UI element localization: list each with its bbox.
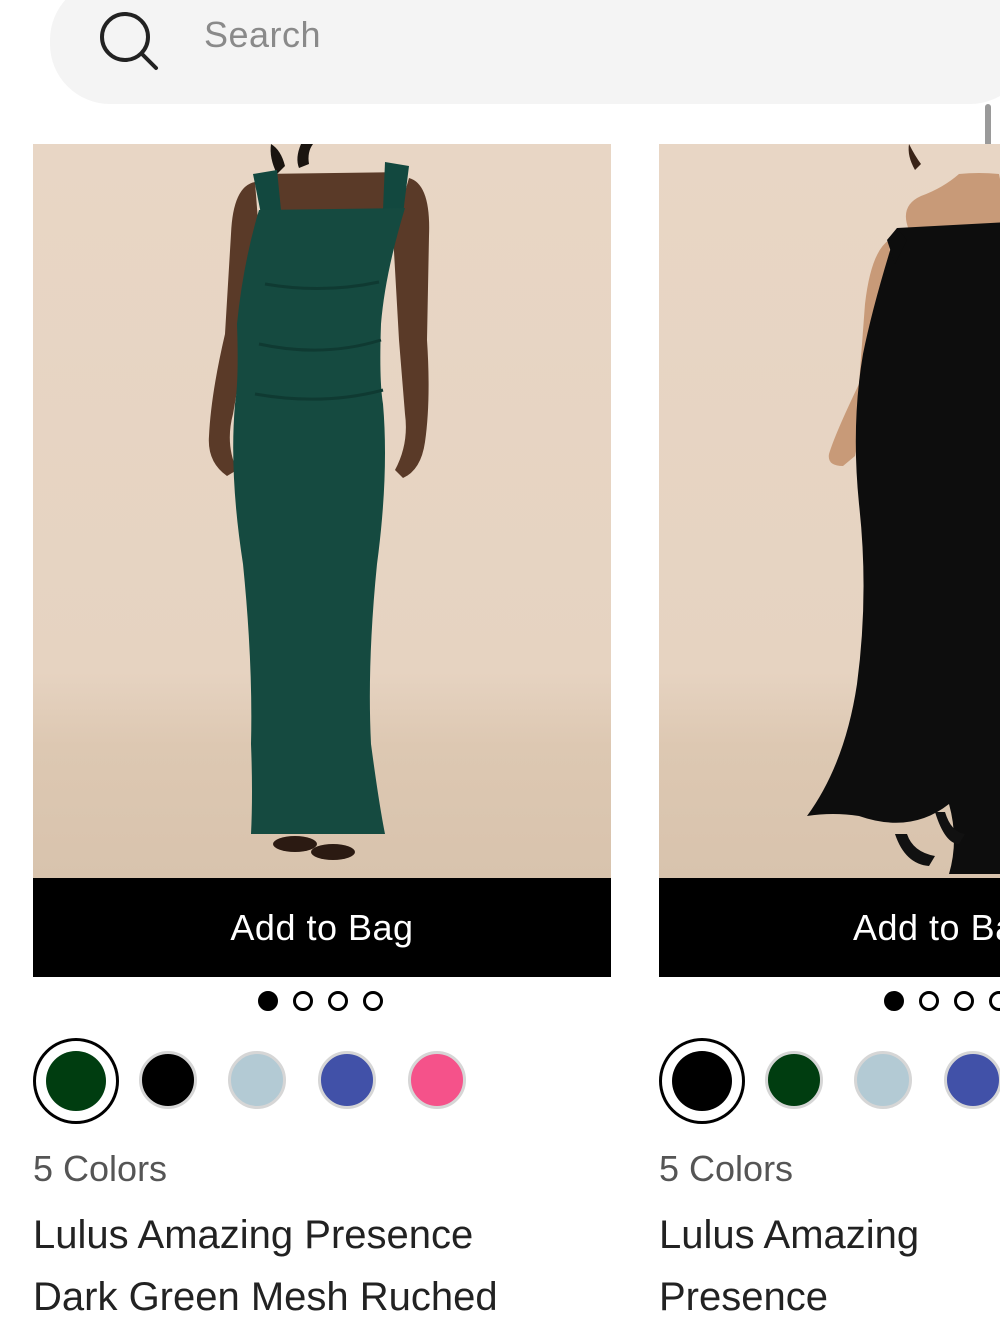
carousel-dot[interactable] [363,991,383,1011]
swatch-royal-blue[interactable] [318,1051,376,1109]
color-swatches [33,1033,611,1143]
carousel-dot-active[interactable] [884,991,904,1011]
carousel-dot[interactable] [954,991,974,1011]
carousel-dot[interactable] [919,991,939,1011]
carousel-dot[interactable] [293,991,313,1011]
image-carousel-dots [659,977,1000,1033]
search-input[interactable]: Search [204,14,321,56]
product-card[interactable]: Add to Bag 5 Colors Lulus Amazing Presen… [33,144,611,1319]
swatch-black[interactable] [659,1038,745,1124]
carousel-dot-active[interactable] [258,991,278,1011]
swatch-black[interactable] [139,1051,197,1109]
color-swatches [659,1033,1000,1143]
swatch-light-blue[interactable] [228,1051,286,1109]
search-icon[interactable] [96,8,160,72]
swatch-royal-blue[interactable] [944,1051,1000,1109]
colors-count: 5 Colors [659,1148,794,1189]
product-listing-page: Search Add to Bag 5 Colors Lulus Amazing… [0,0,1000,1333]
model-photo [208,144,430,860]
add-to-bag-button[interactable]: Add to Bag [659,878,1000,977]
swatch-dark-green[interactable] [33,1038,119,1124]
product-name[interactable]: Lulus Amazing Presence Dark Green Mesh R… [33,1204,593,1328]
model-photo [807,144,1000,874]
product-name[interactable]: Lulus Amazing Presence Black Mesh Ruched [659,1204,1000,1333]
swatch-light-blue[interactable] [854,1051,912,1109]
carousel-dot[interactable] [328,991,348,1011]
add-to-bag-button[interactable]: Add to Bag [33,878,611,977]
colors-count: 5 Colors [33,1148,168,1189]
image-carousel-dots [33,977,611,1033]
product-image[interactable] [659,144,1000,878]
swatch-pink[interactable] [408,1051,466,1109]
carousel-dot[interactable] [989,991,1000,1011]
search-bar[interactable] [50,0,1000,104]
swatch-dark-green[interactable] [765,1051,823,1109]
product-image[interactable] [33,144,611,878]
product-card[interactable]: Add to Bag 5 Colors Lulus Amazing Presen… [659,144,1000,1319]
